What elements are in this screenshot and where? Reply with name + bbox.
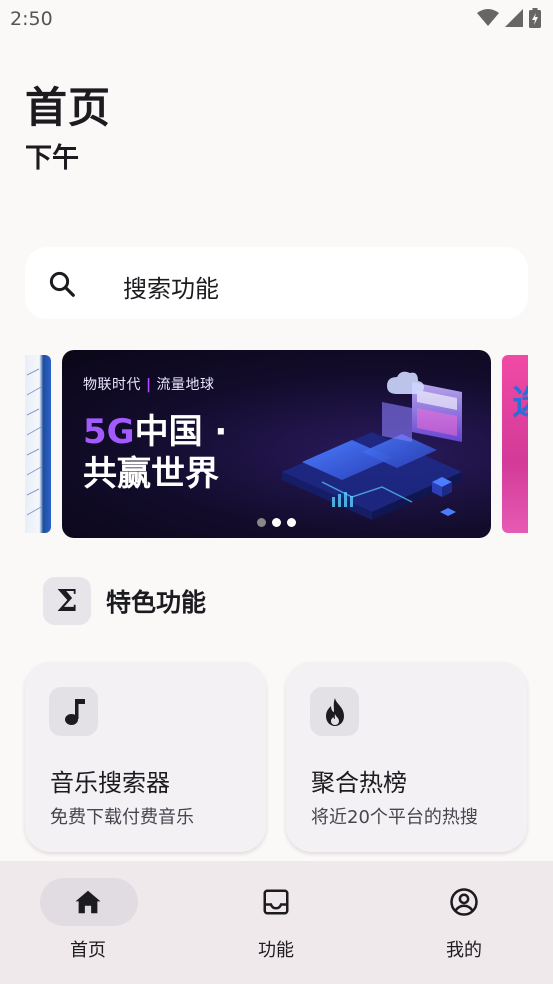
carousel-indicators: [257, 518, 296, 527]
carousel-dot-active[interactable]: [272, 518, 281, 527]
music-note-icon: [49, 687, 98, 736]
carousel-prev-card[interactable]: [25, 355, 51, 533]
status-time: 2:50: [10, 8, 53, 30]
feature-card-music-search[interactable]: 音乐搜索器 免费下载付费音乐: [25, 662, 266, 852]
wifi-icon: [477, 9, 499, 26]
battery-icon: [529, 8, 541, 28]
carousel-dot[interactable]: [287, 518, 296, 527]
sigma-icon: Σ: [43, 577, 91, 625]
status-icons: [477, 8, 541, 28]
next-card-glyph: 选: [512, 375, 528, 424]
fire-icon: [310, 687, 359, 736]
bottom-navigation: 首页 功能 我的: [0, 861, 553, 984]
feature-title: 聚合热榜: [311, 769, 407, 797]
carousel-dot[interactable]: [257, 518, 266, 527]
cellular-signal-icon: [505, 9, 523, 27]
page-title: 首页: [25, 83, 112, 132]
nav-label: 首页: [70, 940, 106, 961]
section-header: Σ 特色功能: [43, 576, 206, 626]
account-circle-icon: [450, 888, 478, 916]
prev-card-art: [26, 368, 42, 516]
inbox-icon: [263, 889, 289, 915]
home-icon: [75, 890, 101, 914]
banner-kicker-left: 物联时代: [83, 377, 141, 393]
banner-slide[interactable]: 物联时代 | 流量地球 5G中国 · 共赢世界: [62, 350, 491, 538]
feature-desc: 将近20个平台的热搜: [311, 807, 478, 828]
feature-title: 音乐搜索器: [50, 769, 170, 797]
nav-label: 我的: [446, 940, 482, 961]
section-title: 特色功能: [106, 588, 207, 617]
banner-carousel[interactable]: 物联时代 | 流量地球 5G中国 · 共赢世界: [0, 350, 553, 540]
search-bar[interactable]: 搜索功能: [25, 247, 528, 319]
search-label: 搜索功能: [123, 275, 219, 303]
feature-card-hot-list[interactable]: 聚合热榜 将近20个平台的热搜: [286, 662, 527, 852]
nav-item-profile[interactable]: 我的: [394, 878, 534, 968]
search-icon: [49, 271, 75, 297]
banner-isometric-illustration: [282, 371, 462, 520]
nav-item-features[interactable]: 功能: [206, 878, 346, 968]
banner-kicker-divider: |: [145, 377, 152, 393]
status-bar: 2:50: [0, 0, 553, 38]
nav-item-home[interactable]: 首页: [18, 878, 158, 968]
page-subtitle: 下午: [25, 143, 79, 174]
feature-desc: 免费下载付费音乐: [50, 807, 194, 828]
banner-kicker-right: 流量地球: [156, 377, 215, 393]
carousel-next-card[interactable]: 选: [502, 355, 528, 533]
nav-label: 功能: [258, 940, 294, 961]
banner-kicker: 物联时代 | 流量地球: [83, 374, 215, 394]
banner-headline-2: 共赢世界: [83, 454, 219, 494]
